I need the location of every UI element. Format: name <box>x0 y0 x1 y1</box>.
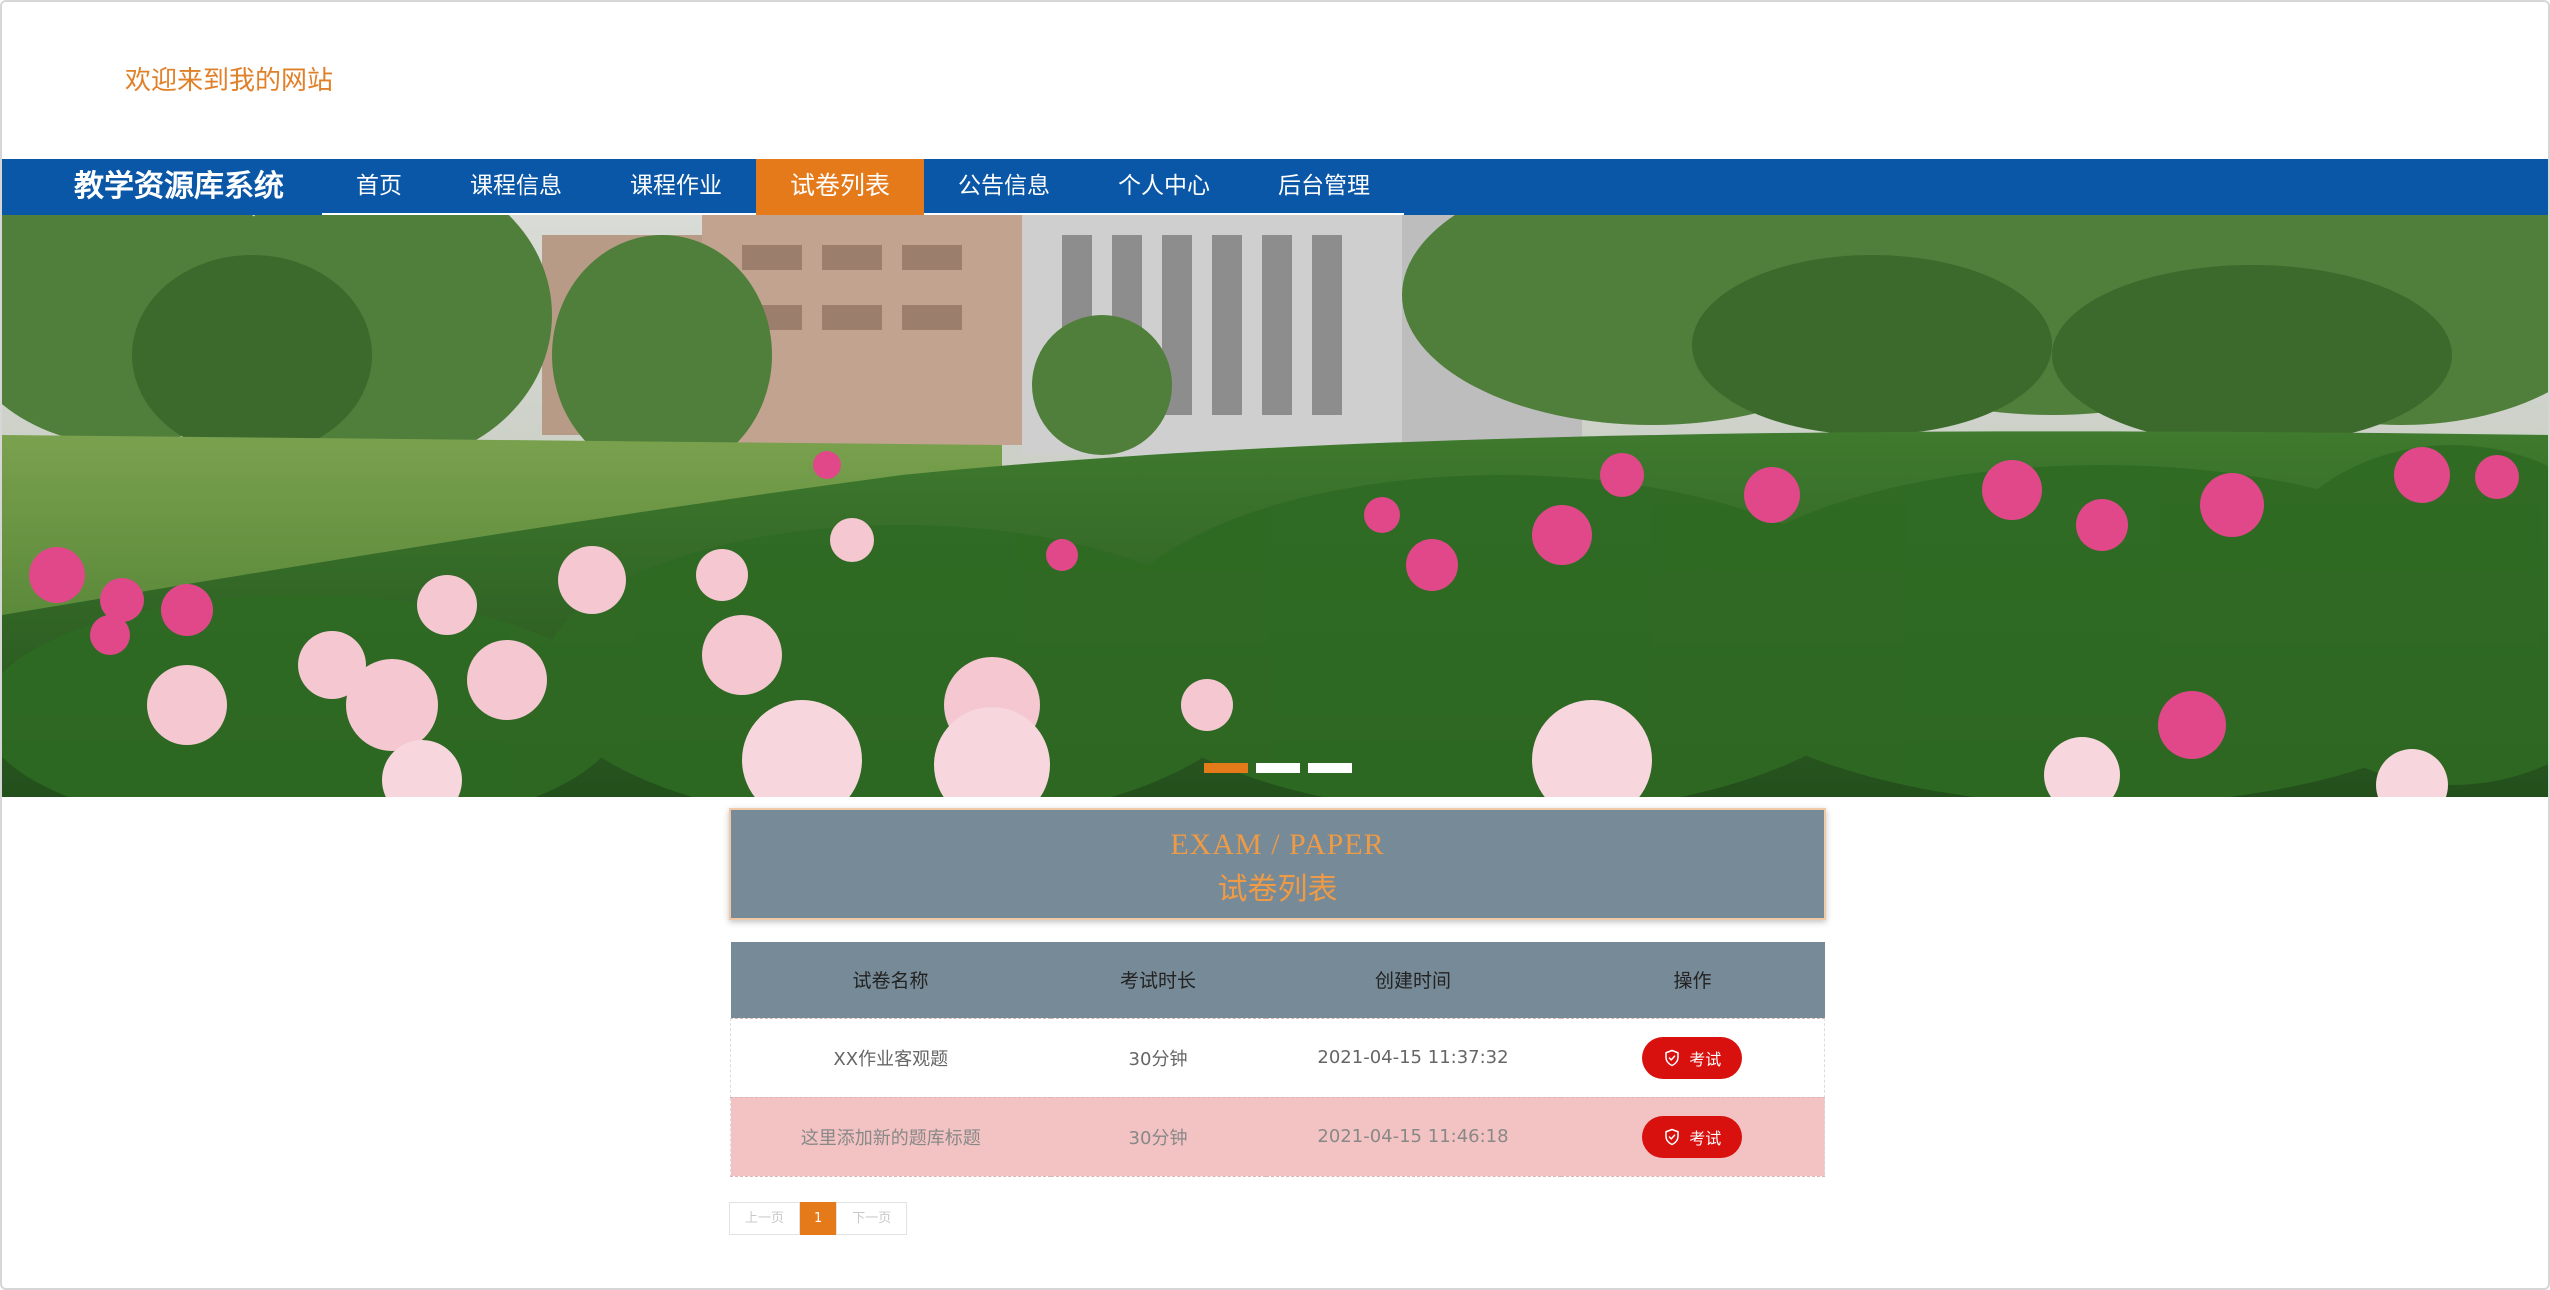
cell-duration: 30分钟 <box>1050 1096 1266 1177</box>
take-exam-button[interactable]: 考试 <box>1642 1036 1743 1079</box>
cell-created-time: 2021-04-15 11:46:18 <box>1265 1096 1561 1177</box>
cell-action: 考试 <box>1560 1096 1825 1177</box>
cell-created-time: 2021-04-15 11:37:32 <box>1265 1017 1561 1098</box>
table-header-row: 试卷名称 考试时长 创建时间 操作 <box>730 942 1825 1018</box>
nav-item-home[interactable]: 首页 <box>322 159 436 215</box>
carousel-indicators <box>1204 763 1352 773</box>
browser-page: 欢迎来到我的网站 教学资源库系统 首页 课程信息 课程作业 试卷列表 公告信息 … <box>0 0 2550 1290</box>
cell-paper-name: XX作业客观题 <box>730 1017 1051 1098</box>
shield-check-icon <box>1665 1128 1679 1145</box>
nav-menu: 首页 课程信息 课程作业 试卷列表 公告信息 个人中心 后台管理 <box>322 159 1405 215</box>
cell-duration: 30分钟 <box>1050 1017 1266 1098</box>
next-page-button[interactable]: 下一页 <box>836 1202 908 1235</box>
take-exam-label: 考试 <box>1689 1049 1722 1069</box>
section-title-en: EXAM / PAPER <box>1170 828 1385 861</box>
column-header-name: 试卷名称 <box>730 942 1051 1018</box>
banner-image <box>2 215 2548 797</box>
section-title-box: EXAM / PAPER 试卷列表 <box>729 808 1826 920</box>
shield-check-icon <box>1665 1049 1679 1066</box>
section-title-cn: 试卷列表 <box>1217 872 1338 907</box>
carousel-dot-3[interactable] <box>1308 763 1352 773</box>
main-navbar: 教学资源库系统 首页 课程信息 课程作业 试卷列表 公告信息 个人中心 后台管理 <box>2 159 2548 215</box>
nav-item-exam-list[interactable]: 试卷列表 <box>756 159 925 215</box>
prev-page-button[interactable]: 上一页 <box>729 1202 801 1235</box>
site-brand[interactable]: 教学资源库系统 <box>74 159 284 215</box>
table-row: 这里添加新的题库标题 30分钟 2021-04-15 11:46:18 考试 <box>730 1096 1825 1177</box>
nav-item-admin[interactable]: 后台管理 <box>1244 159 1405 215</box>
exam-table-container: 试卷名称 考试时长 创建时间 操作 XX作业客观题 30分钟 2021-04-1… <box>730 942 1825 1177</box>
table-row: XX作业客观题 30分钟 2021-04-15 11:37:32 考试 <box>730 1017 1825 1098</box>
pagination: 上一页 1 下一页 <box>729 1202 908 1235</box>
carousel-dot-2[interactable] <box>1256 763 1300 773</box>
nav-item-announcements[interactable]: 公告信息 <box>924 159 1085 215</box>
welcome-text: 欢迎来到我的网站 <box>125 66 334 96</box>
cell-paper-name: 这里添加新的题库标题 <box>730 1096 1051 1177</box>
nav-item-course-homework[interactable]: 课程作业 <box>596 159 756 215</box>
column-header-created: 创建时间 <box>1265 942 1561 1018</box>
exam-table: 试卷名称 考试时长 创建时间 操作 XX作业客观题 30分钟 2021-04-1… <box>730 942 1825 1177</box>
nav-item-personal-center[interactable]: 个人中心 <box>1084 159 1245 215</box>
banner-carousel <box>2 215 2548 797</box>
cell-action: 考试 <box>1560 1017 1825 1098</box>
take-exam-button[interactable]: 考试 <box>1642 1115 1743 1158</box>
column-header-action: 操作 <box>1560 942 1825 1018</box>
carousel-dot-1[interactable] <box>1204 763 1248 773</box>
take-exam-label: 考试 <box>1689 1128 1722 1148</box>
top-header: 欢迎来到我的网站 <box>2 2 2548 159</box>
nav-item-course-info[interactable]: 课程信息 <box>436 159 596 215</box>
column-header-duration: 考试时长 <box>1050 942 1266 1018</box>
page-number-current[interactable]: 1 <box>800 1202 837 1235</box>
